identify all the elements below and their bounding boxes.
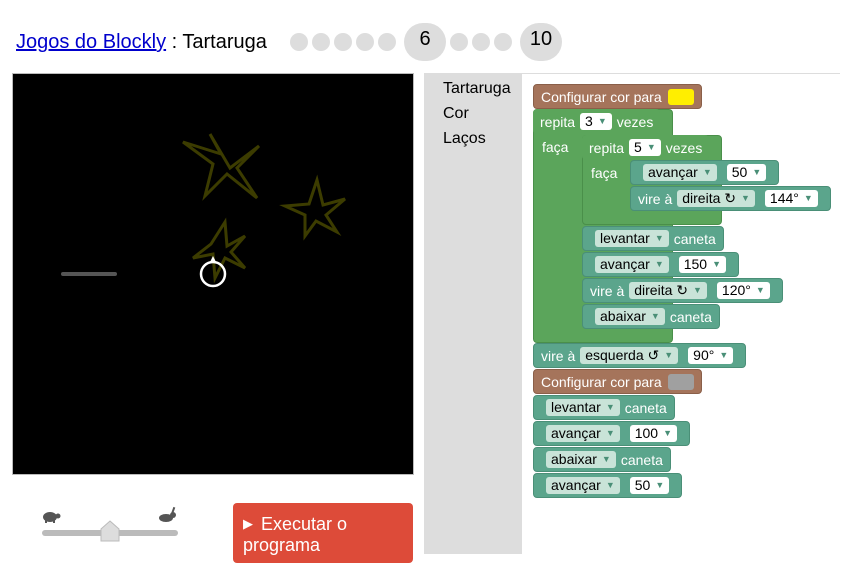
toolbox-category-turtle[interactable]: Tartaruga [443,80,511,98]
block-label: vezes [665,139,703,156]
tortoise-icon [43,512,61,523]
move-direction-dropdown[interactable]: avançar ▼ [546,425,620,442]
turn-direction-dropdown[interactable]: direita ↻ ▼ [677,190,755,207]
block-label: vire à [590,282,625,299]
page-title: Jogos do Blockly : Tartaruga [16,31,267,54]
do-label: faça [591,164,618,181]
level-dot[interactable] [356,33,374,51]
move-direction-dropdown[interactable]: avançar ▼ [595,256,669,273]
block-label: caneta [669,308,712,325]
colour-swatch-yellow[interactable] [667,88,694,105]
star-top [182,133,261,201]
block-label: vire à [541,347,576,364]
star-right [279,174,346,241]
turn-direction-dropdown[interactable]: esquerda ↺ ▼ [580,347,679,364]
breadcrumb-current: Tartaruga [182,31,267,53]
pen-dropdown[interactable]: levantar ▼ [546,399,620,416]
level-current: 6 [404,23,446,61]
move-direction-dropdown[interactable]: avançar ▼ [546,477,620,494]
pen-dropdown[interactable]: levantar ▼ [595,230,669,247]
block-label: vire à [638,190,673,207]
header: Jogos do Blockly : Tartaruga 6 10 [0,0,854,72]
move-block[interactable]: avançar ▼ 100 ▼ [533,421,691,446]
turn-angle-field[interactable]: 120° ▼ [716,282,770,299]
move-block[interactable]: avançar ▼ 150 ▼ [582,252,740,277]
drawing [61,133,346,288]
move-distance-field[interactable]: 100 ▼ [629,425,678,442]
move-direction-dropdown[interactable]: avançar ▼ [643,164,717,181]
turtle-canvas [12,73,414,475]
level-last[interactable]: 10 [520,23,562,61]
pen-dropdown[interactable]: abaixar ▼ [546,451,616,468]
run-button[interactable]: ▶ Executar o programa [233,503,413,563]
move-block[interactable]: avançar ▼ 50 ▼ [630,160,780,185]
pen-down-block[interactable]: abaixar ▼ caneta [582,304,720,329]
run-button-label: Executar o programa [243,514,348,555]
turn-direction-dropdown[interactable]: direita ↻ ▼ [629,282,707,299]
colour-swatch-grey[interactable] [667,373,694,390]
turn-angle-field[interactable]: 90° ▼ [688,347,734,364]
slider-handle[interactable] [100,520,120,542]
pen-up-block[interactable]: levantar ▼ caneta [582,226,724,251]
repeat-outer-header: repita 3 ▼ vezes [533,109,661,134]
level-selector: 6 10 [290,22,566,62]
block-label: repita [540,113,576,130]
pen-dropdown[interactable]: abaixar ▼ [595,308,665,325]
move-distance-field[interactable]: 50 ▼ [629,477,670,494]
block-label: caneta [620,451,663,468]
level-dot[interactable] [312,33,330,51]
turn-block[interactable]: vire à esquerda ↺ ▼ 90° ▼ [533,343,747,368]
level-dot[interactable] [290,33,308,51]
toolbox-category-loops[interactable]: Laços [443,130,486,148]
pen-up-block[interactable]: levantar ▼ caneta [533,395,675,420]
level-dot[interactable] [494,33,512,51]
turn-block[interactable]: vire à direita ↻ ▼ 144° ▼ [630,186,831,211]
move-distance-field[interactable]: 50 ▼ [726,164,767,181]
set-colour-block[interactable]: Configurar cor para [533,84,702,109]
level-dot[interactable] [334,33,352,51]
level-dot[interactable] [450,33,468,51]
block-label: Configurar cor para [541,88,662,105]
set-colour-block[interactable]: Configurar cor para [533,369,702,394]
repeat-count-field[interactable]: 3 ▼ [580,113,612,130]
block-label: caneta [624,399,667,416]
block-label: caneta [673,230,716,247]
block-label: vezes [616,113,654,130]
level-dot[interactable] [378,33,396,51]
turn-angle-field[interactable]: 144° ▼ [764,190,818,207]
move-block[interactable]: avançar ▼ 50 ▼ [533,473,683,498]
play-icon: ▶ [243,516,253,531]
turn-block[interactable]: vire à direita ↻ ▼ 120° ▼ [582,278,783,303]
turtle-head [210,256,216,262]
block-label: repita [589,139,625,156]
do-label: faça [542,138,569,155]
level-dot[interactable] [472,33,490,51]
repeat-inner-header: repita 5 ▼ vezes [582,135,710,160]
hare-icon [159,506,176,522]
speed-slider[interactable] [40,500,180,550]
move-distance-field[interactable]: 150 ▼ [678,256,727,273]
breadcrumb-link[interactable]: Jogos do Blockly [16,31,166,53]
pen-down-block[interactable]: abaixar ▼ caneta [533,447,671,472]
breadcrumb-separator: : [166,31,183,53]
toolbox-category-colour[interactable]: Cor [443,105,469,123]
repeat-count-field[interactable]: 5 ▼ [629,139,661,156]
block-label: Configurar cor para [541,373,662,390]
